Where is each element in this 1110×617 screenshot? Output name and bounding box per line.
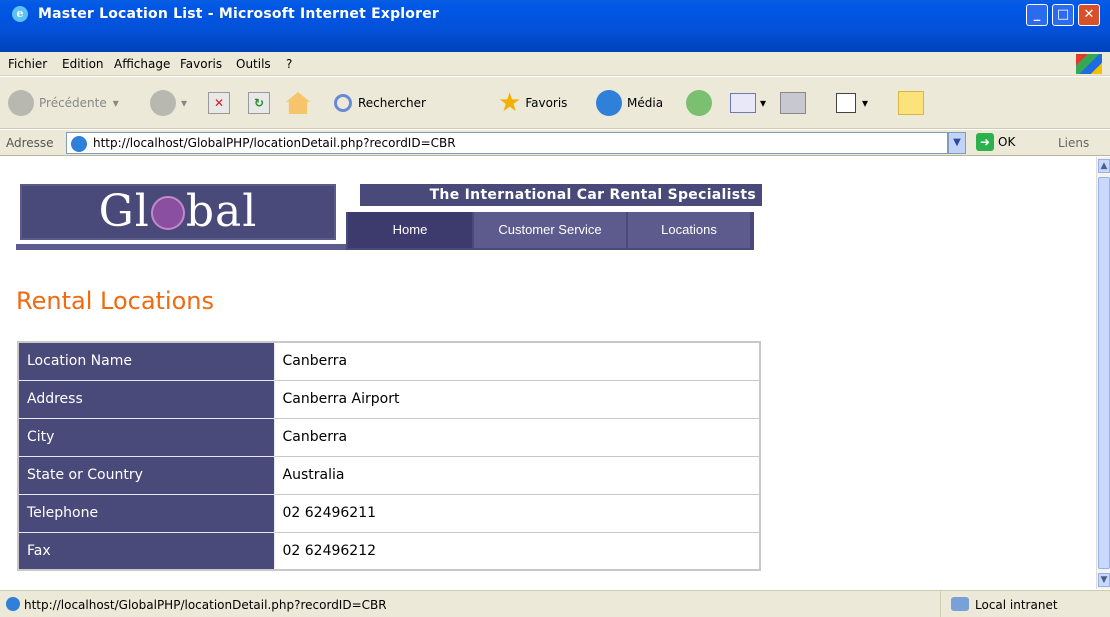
table-row: Location Name Canberra: [17, 341, 761, 381]
site-nav: Home Customer Service Locations: [346, 212, 754, 250]
window-title: Master Location List - Microsoft Interne…: [38, 6, 440, 22]
address-bar: Adresse http://localhost/GlobalPHP/locat…: [0, 130, 1110, 156]
forward-button[interactable]: ▾: [150, 87, 187, 119]
dropdown-arrow-icon: ▾: [760, 96, 767, 110]
dropdown-arrow-icon: ▾: [862, 96, 869, 110]
mail-button[interactable]: ▾: [730, 87, 766, 119]
scroll-thumb[interactable]: [1098, 177, 1110, 569]
scroll-down-icon[interactable]: ▼: [1098, 573, 1110, 587]
stop-button[interactable]: ✕: [208, 87, 230, 119]
favorites-button[interactable]: ★ Favoris: [498, 87, 567, 119]
notes-icon: [898, 91, 924, 115]
mail-icon: [730, 93, 756, 113]
status-text: http://localhost/GlobalPHP/locationDetai…: [24, 598, 387, 612]
page-title: Rental Locations: [16, 287, 214, 315]
back-arrow-icon: [8, 90, 34, 116]
field-value: Australia: [273, 455, 761, 495]
printer-icon: [780, 92, 806, 114]
location-detail-table: Location Name Canberra Address Canberra Ai…: [17, 341, 761, 571]
nav-locations[interactable]: Locations: [628, 212, 752, 248]
print-button[interactable]: [780, 87, 806, 119]
title-bar: e Master Location List - Microsoft Inter…: [0, 0, 1110, 52]
nav-home[interactable]: Home: [348, 212, 474, 248]
windows-logo-icon: [1076, 54, 1102, 74]
notes-button[interactable]: [898, 87, 924, 119]
history-icon: [686, 90, 712, 116]
close-button[interactable]: ✕: [1078, 4, 1100, 26]
menu-affichage[interactable]: Affichage: [114, 57, 170, 71]
forward-arrow-icon: [150, 90, 176, 116]
menu-favoris[interactable]: Favoris: [180, 57, 222, 71]
field-label: City: [17, 417, 275, 457]
field-label: Fax: [17, 531, 275, 571]
menu-edition[interactable]: Edition: [62, 57, 104, 71]
page-icon: [6, 597, 20, 611]
go-arrow-icon: ➜: [976, 133, 994, 151]
address-dropdown[interactable]: ▼: [948, 132, 966, 154]
edit-button[interactable]: ▾: [836, 87, 868, 119]
menu-help[interactable]: ?: [286, 57, 292, 71]
site-tagline: The International Car Rental Specialists: [360, 184, 762, 206]
nav-customer-service[interactable]: Customer Service: [474, 212, 628, 248]
ie-icon: e: [12, 6, 28, 22]
home-icon: [286, 92, 310, 114]
global-logo[interactable]: Gl bal: [20, 184, 336, 240]
intranet-icon: [951, 597, 969, 611]
scroll-up-icon[interactable]: ▲: [1098, 159, 1110, 173]
page-content: Gl bal The International Car Rental Speci…: [0, 157, 1096, 589]
field-label: Location Name: [17, 341, 275, 381]
back-button[interactable]: Précédente ▾: [8, 87, 119, 119]
search-icon: [334, 94, 352, 112]
header-stripe: [16, 244, 346, 250]
field-value: Canberra: [273, 341, 761, 381]
maximize-button[interactable]: □: [1052, 4, 1074, 26]
field-value: Canberra: [273, 417, 761, 457]
links-button[interactable]: Liens: [1058, 136, 1089, 150]
history-button[interactable]: [686, 87, 717, 119]
dropdown-arrow-icon: ▾: [181, 96, 188, 110]
address-label: Adresse: [6, 136, 54, 150]
field-value: 02 62496211: [273, 493, 761, 533]
field-label: State or Country: [17, 455, 275, 495]
site-header: Gl bal The International Car Rental Speci…: [16, 176, 762, 256]
table-row: State or Country Australia: [17, 455, 761, 495]
field-label: Address: [17, 379, 275, 419]
refresh-icon: ↻: [248, 92, 270, 114]
search-button[interactable]: Rechercher: [334, 87, 426, 119]
stop-icon: ✕: [208, 92, 230, 114]
field-value: 02 62496212: [273, 531, 761, 571]
refresh-button[interactable]: ↻: [248, 87, 270, 119]
status-bar: http://localhost/GlobalPHP/locationDetai…: [0, 590, 1110, 617]
go-button[interactable]: ➜ OK: [976, 133, 1015, 151]
field-value: Canberra Airport: [273, 379, 761, 419]
security-zone: Local intranet: [940, 591, 1110, 617]
table-row: Address Canberra Airport: [17, 379, 761, 419]
dropdown-arrow-icon: ▾: [112, 96, 119, 110]
home-button[interactable]: [286, 87, 310, 119]
menu-outils[interactable]: Outils: [236, 57, 271, 71]
table-row: City Canberra: [17, 417, 761, 457]
page-icon: [71, 136, 87, 152]
table-row: Fax 02 62496212: [17, 531, 761, 571]
star-icon: ★: [498, 88, 522, 118]
word-icon: [836, 93, 856, 113]
field-label: Telephone: [17, 493, 275, 533]
atom-icon: [150, 196, 185, 230]
menu-bar: Fichier Edition Affichage Favoris Outils…: [0, 52, 1110, 76]
toolbar: Précédente ▾ ▾ ✕ ↻ Rechercher ★ Favoris Mé…: [0, 77, 1110, 129]
media-icon: [596, 90, 622, 116]
address-url: http://localhost/GlobalPHP/locationDetai…: [93, 136, 456, 150]
menu-fichier[interactable]: Fichier: [8, 57, 47, 71]
vertical-scrollbar[interactable]: ▲ ▼: [1096, 157, 1110, 589]
media-button[interactable]: Média: [596, 87, 663, 119]
table-row: Telephone 02 62496211: [17, 493, 761, 533]
address-input[interactable]: http://localhost/GlobalPHP/locationDetai…: [66, 132, 948, 154]
minimize-button[interactable]: _: [1026, 4, 1048, 26]
